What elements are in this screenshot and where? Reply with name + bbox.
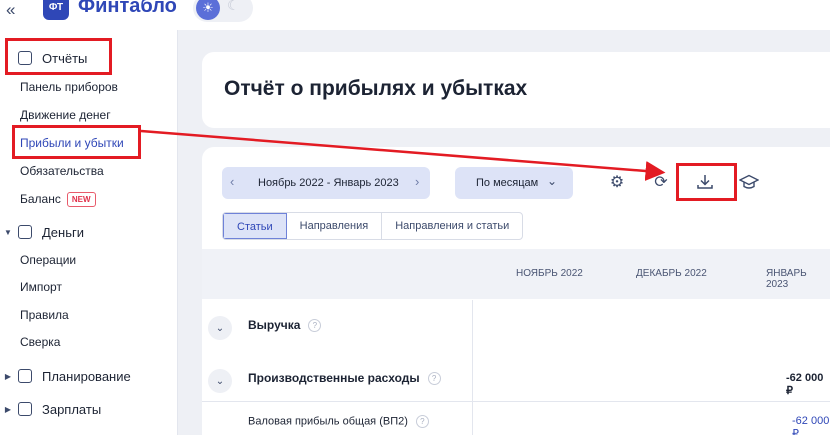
annotation-arrow (140, 129, 666, 181)
